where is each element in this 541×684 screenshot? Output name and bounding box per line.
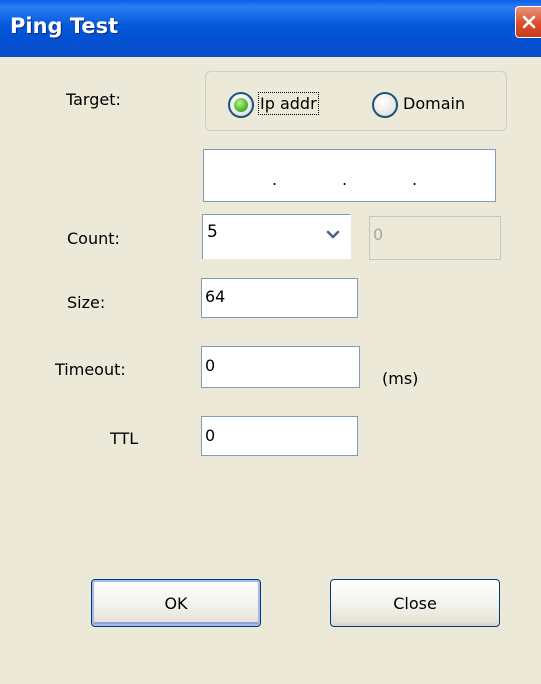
timeout-unit: (ms) — [382, 369, 419, 388]
size-input[interactable]: 64 — [201, 278, 358, 318]
title-bar[interactable]: Ping Test — [0, 0, 541, 57]
count-extra-field: 0 — [369, 216, 501, 260]
close-icon[interactable] — [515, 6, 541, 38]
ttl-label: TTL — [110, 429, 139, 448]
ip-octet-separator: . — [342, 170, 348, 189]
window-title: Ping Test — [10, 14, 119, 38]
count-value: 5 — [207, 222, 218, 242]
ip-octet-separator: . — [272, 170, 278, 189]
timeout-label: Timeout: — [55, 360, 126, 379]
ip-addr-radio[interactable] — [228, 92, 254, 118]
domain-radio-label[interactable]: Domain — [403, 94, 465, 113]
count-extra-value: 0 — [373, 225, 384, 244]
ttl-value: 0 — [205, 426, 216, 445]
ok-button[interactable]: OK — [91, 579, 261, 627]
domain-radio[interactable] — [372, 92, 398, 118]
target-radio-group: Ip addr Domain — [205, 71, 507, 131]
selected-dot-icon — [234, 98, 248, 112]
timeout-input[interactable]: 0 — [201, 346, 360, 388]
chevron-down-icon[interactable] — [326, 230, 340, 240]
close-button[interactable]: Close — [330, 579, 500, 627]
count-dropdown[interactable]: 5 — [202, 214, 351, 259]
timeout-value: 0 — [205, 356, 216, 375]
ip-addr-radio-label[interactable]: Ip addr — [258, 92, 319, 115]
ip-octet-separator: . — [412, 170, 418, 189]
ip-address-input[interactable]: . . . — [203, 149, 496, 202]
ttl-input[interactable]: 0 — [201, 416, 358, 456]
size-value: 64 — [205, 287, 226, 306]
size-label: Size: — [67, 293, 106, 312]
count-label: Count: — [67, 229, 120, 248]
target-label: Target: — [66, 90, 121, 109]
